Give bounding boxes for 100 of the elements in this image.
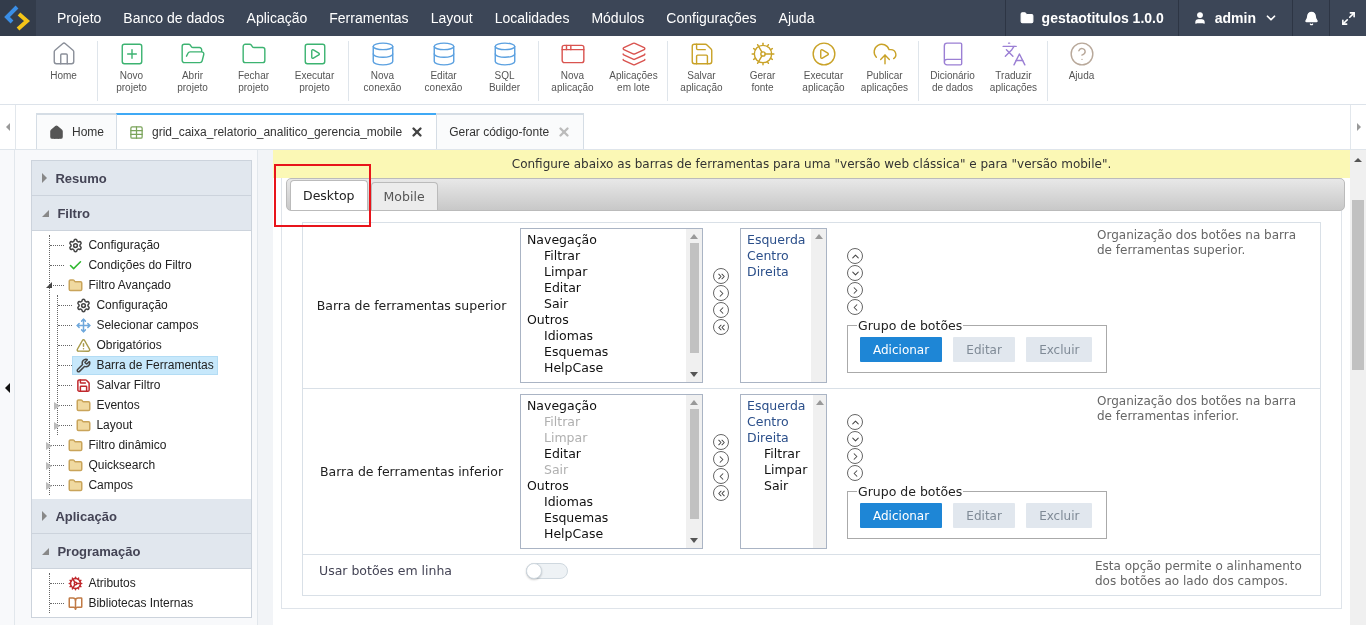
list-option[interactable]: Navegação xyxy=(527,232,680,248)
list-option[interactable]: Esquerda xyxy=(747,398,808,414)
toolbar-button[interactable]: Executar projeto xyxy=(284,41,345,101)
toolbar-button[interactable]: Gerar fonte xyxy=(732,41,793,101)
list-option[interactable]: Filtrar xyxy=(527,248,680,264)
close-icon[interactable] xyxy=(410,125,425,139)
tree-item[interactable]: Layout xyxy=(72,415,137,435)
list-option[interactable]: Filtrar xyxy=(747,446,808,462)
move-down-button[interactable] xyxy=(847,265,863,281)
list-option[interactable]: Centro xyxy=(747,414,808,430)
indent-button[interactable] xyxy=(847,448,863,464)
list-option[interactable]: Editar xyxy=(527,280,680,296)
tree-item[interactable]: Atributos xyxy=(64,573,140,593)
menu-item[interactable]: Banco de dados xyxy=(112,0,236,36)
move-left-button[interactable] xyxy=(713,302,729,318)
scrollbar[interactable] xyxy=(686,395,702,548)
toolbar-button[interactable]: Home xyxy=(33,41,94,101)
action-button[interactable]: Adicionar xyxy=(860,503,943,528)
move-up-button[interactable] xyxy=(847,248,863,264)
list-option[interactable]: HelpCase xyxy=(527,360,680,376)
list-option[interactable]: Idiomas xyxy=(527,494,680,510)
tree-item[interactable]: Obrigatórios xyxy=(72,335,166,355)
list-option[interactable]: Esquemas xyxy=(527,344,680,360)
move-all-left-button[interactable] xyxy=(713,485,729,501)
expand-toggle-icon[interactable] xyxy=(46,461,53,470)
list-option[interactable]: Outros xyxy=(527,312,680,328)
tree-item[interactable]: Selecionar campos xyxy=(72,315,203,335)
tab[interactable]: Desktop xyxy=(290,180,368,210)
list-option[interactable]: Idiomas xyxy=(527,328,680,344)
toolbar-button[interactable]: Publicar aplicações xyxy=(854,41,915,101)
list-option[interactable]: Esquemas xyxy=(527,510,680,526)
tree-item[interactable]: Configuração xyxy=(72,295,172,315)
menu-item[interactable]: Layout xyxy=(419,0,484,36)
toolbar-button[interactable]: Nova conexão xyxy=(352,41,413,101)
sidebar-section[interactable]: Resumo xyxy=(32,161,252,196)
tree-item[interactable]: Filtro dinâmico xyxy=(64,435,171,455)
toolbar-button[interactable]: Editar conexão xyxy=(413,41,474,101)
menu-item[interactable]: Projeto xyxy=(46,0,113,36)
list-option[interactable]: Navegação xyxy=(527,398,680,414)
toolbar-layout-listbox[interactable]: Esquerda Centro Direita xyxy=(740,228,827,383)
indent-button[interactable] xyxy=(847,282,863,298)
expand-toggle-icon[interactable] xyxy=(54,421,61,430)
sidebar-section[interactable]: Aplicação xyxy=(32,499,252,534)
scroll-right-icon[interactable] xyxy=(1356,123,1361,131)
sidebar-section[interactable]: Filtro xyxy=(32,196,252,231)
available-buttons-listbox[interactable]: Navegação Filtrar Limpar Editar Sair Outros Idiomas Esquemas HelpCase xyxy=(520,228,703,383)
expand-toggle-icon[interactable] xyxy=(46,281,53,288)
scroll-up-icon[interactable] xyxy=(1354,158,1362,162)
menu-item[interactable]: Módulos xyxy=(580,0,656,36)
scrollbar[interactable] xyxy=(686,229,702,382)
outdent-button[interactable] xyxy=(847,465,863,481)
list-option[interactable]: Centro xyxy=(747,248,806,264)
toolbar-button[interactable]: Aplicações em lote xyxy=(603,41,664,101)
scrollbar[interactable] xyxy=(813,395,826,548)
scrollbar[interactable] xyxy=(811,229,826,382)
move-right-button[interactable] xyxy=(713,285,729,301)
document-tab[interactable]: Gerar código-fonte xyxy=(436,113,585,149)
menu-item[interactable]: Ferramentas xyxy=(318,0,420,36)
user-name[interactable]: admin xyxy=(1214,10,1256,26)
scroll-left-icon[interactable] xyxy=(5,123,10,131)
move-up-button[interactable] xyxy=(847,414,863,430)
tree-item[interactable]: Eventos xyxy=(72,395,144,415)
expand-toggle-icon[interactable] xyxy=(46,441,53,450)
toolbar-button[interactable]: Dicionário de dados xyxy=(922,41,983,101)
toolbar-button[interactable]: Nova aplicação xyxy=(542,41,603,101)
toolbar-button[interactable]: Ajuda xyxy=(1051,41,1112,101)
tree-item[interactable]: Filtro Avançado xyxy=(64,275,175,295)
tree-item[interactable]: Bibliotecas Internas xyxy=(64,593,198,613)
tree-item[interactable]: Configuração xyxy=(64,235,164,255)
outdent-button[interactable] xyxy=(847,299,863,315)
move-all-right-button[interactable] xyxy=(713,268,729,284)
toolbar-button[interactable]: Novo projeto xyxy=(101,41,162,101)
list-option[interactable]: Editar xyxy=(527,446,680,462)
menu-item[interactable]: Localidades xyxy=(483,0,581,36)
document-tab[interactable]: Home xyxy=(36,113,117,149)
toggle-switch[interactable] xyxy=(526,563,568,579)
toolbar-button[interactable]: Executar aplicação xyxy=(793,41,854,101)
expand-toggle-icon[interactable] xyxy=(46,481,53,490)
toolbar-button[interactable]: Salvar aplicação xyxy=(671,41,732,101)
toolbar-button[interactable]: Abrir projeto xyxy=(162,41,223,101)
collapse-sidebar-icon[interactable] xyxy=(4,382,10,393)
list-option[interactable]: Esquerda xyxy=(747,232,806,248)
menu-item[interactable]: Configurações xyxy=(655,0,768,36)
toolbar-button[interactable]: SQL Builder xyxy=(474,41,535,101)
list-option[interactable]: Direita xyxy=(747,264,806,280)
project-name[interactable]: gestaotitulos 1.0.0 xyxy=(1041,10,1164,26)
list-option[interactable]: Limpar xyxy=(747,462,808,478)
tree-item[interactable]: Condições do Filtro xyxy=(64,255,196,275)
logo-icon[interactable] xyxy=(0,0,36,36)
tree-item[interactable]: Quicksearch xyxy=(64,455,160,475)
list-option[interactable]: HelpCase xyxy=(527,526,680,542)
move-left-button[interactable] xyxy=(713,468,729,484)
toolbar-button[interactable]: Traduzir aplicações xyxy=(983,41,1044,101)
tab[interactable]: Mobile xyxy=(370,182,438,210)
sidebar-section[interactable]: Programação xyxy=(32,534,252,569)
list-option[interactable]: Limpar xyxy=(527,264,680,280)
list-option[interactable]: Outros xyxy=(527,478,680,494)
toolbar-layout-listbox[interactable]: Esquerda Centro Direita Filtrar Limpar Sair xyxy=(740,394,827,549)
move-down-button[interactable] xyxy=(847,431,863,447)
list-option[interactable]: Sair xyxy=(527,296,680,312)
